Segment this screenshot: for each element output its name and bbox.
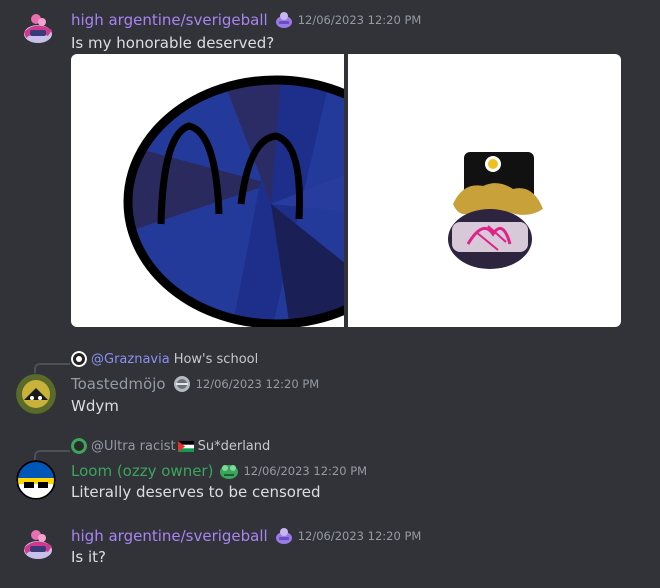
message-content: Wdym: [71, 397, 119, 415]
message-header: Loom (ozzy owner) 12/06/2023 12:20 PM: [71, 461, 367, 481]
role-icon[interactable]: [172, 374, 192, 394]
reply-preview[interactable]: @Ultra racist Su*derland: [71, 438, 270, 454]
reply-text: Su*derland: [197, 438, 271, 454]
role-icon[interactable]: [219, 461, 239, 481]
image-attachment-1[interactable]: [71, 54, 344, 327]
avatar[interactable]: [16, 460, 56, 500]
role-icon[interactable]: [274, 10, 294, 30]
reply-spine: [34, 450, 70, 460]
avatar[interactable]: [16, 10, 56, 50]
avatar[interactable]: [16, 374, 56, 414]
message-header: high argentine/sverigeball 12/06/2023 12…: [71, 10, 421, 30]
reply-mention[interactable]: @Graznavia: [91, 352, 170, 367]
username[interactable]: high argentine/sverigeball: [71, 11, 268, 29]
message-content: Is my honorable deserved?: [71, 34, 275, 52]
avatar[interactable]: [16, 526, 56, 566]
message-content: Is it?: [71, 548, 107, 566]
role-icon[interactable]: [274, 526, 294, 546]
timestamp: 12/06/2023 12:20 PM: [297, 13, 422, 27]
reply-text: How's school: [173, 351, 259, 367]
reply-avatar: [71, 438, 87, 454]
reply-spine: [34, 363, 70, 373]
username[interactable]: Toastedmöjo: [71, 375, 166, 393]
username[interactable]: Loom (ozzy owner): [71, 462, 213, 480]
reply-username[interactable]: @Ultra racist: [91, 439, 176, 454]
image-attachment-2[interactable]: [348, 54, 621, 327]
reply-preview[interactable]: @Graznavia How's school: [71, 351, 258, 367]
palestine-flag-icon: [177, 440, 194, 452]
message-content: Literally deserves to be censored: [71, 483, 321, 501]
message-header: high argentine/sverigeball 12/06/2023 12…: [71, 526, 421, 546]
message-header: Toastedmöjo 12/06/2023 12:20 PM: [71, 374, 319, 394]
username[interactable]: high argentine/sverigeball: [71, 527, 268, 545]
timestamp: 12/06/2023 12:20 PM: [243, 464, 368, 478]
timestamp: 12/06/2023 12:20 PM: [297, 529, 422, 543]
reply-avatar: [71, 351, 87, 367]
timestamp: 12/06/2023 12:20 PM: [195, 377, 320, 391]
